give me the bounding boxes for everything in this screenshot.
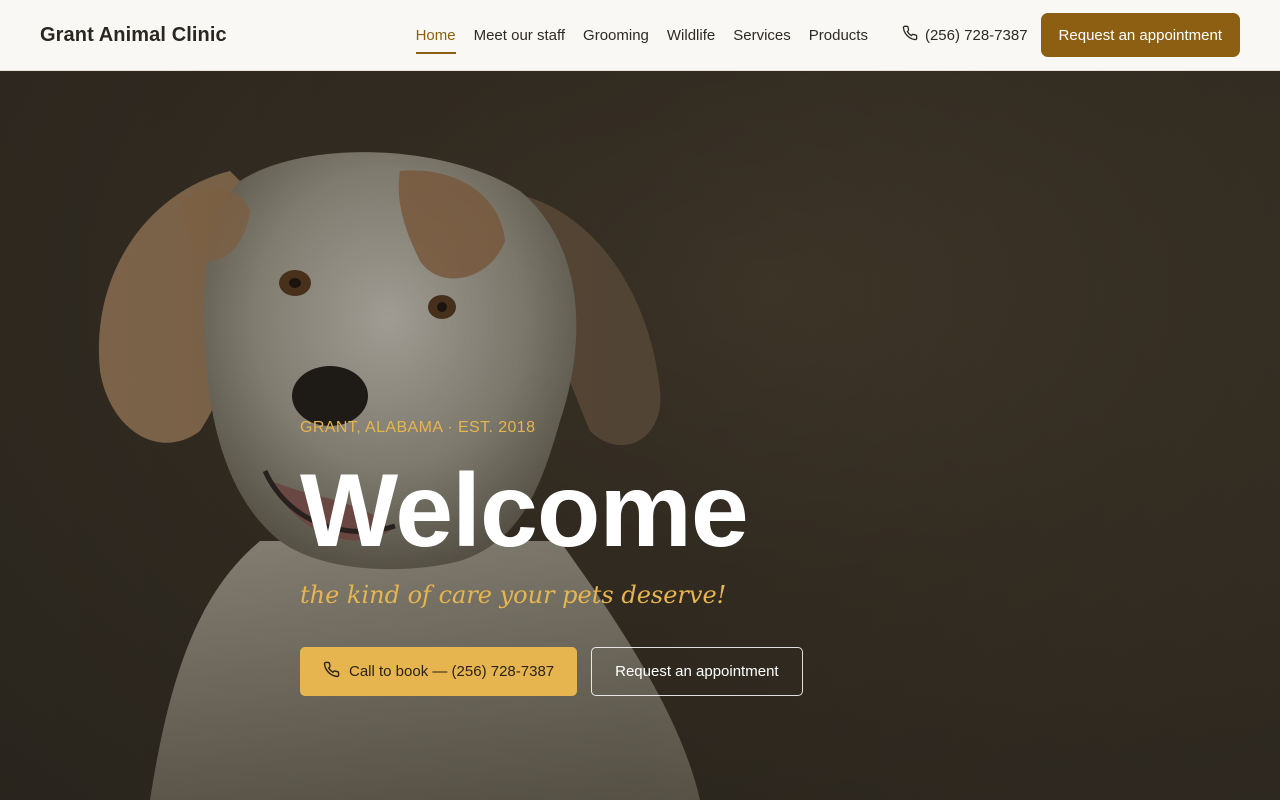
nav-home[interactable]: Home [415, 0, 456, 71]
nav-meet-our-staff[interactable]: Meet our staff [474, 0, 565, 71]
main-nav: Home Meet our staff Grooming Wildlife Se… [415, 0, 868, 71]
nav-services[interactable]: Services [733, 0, 791, 71]
phone-icon [902, 25, 925, 45]
hero-eyebrow: GRANT, ALABAMA · EST. 2018 [300, 419, 536, 436]
hero-content: GRANT, ALABAMA · EST. 2018 Welcome the k… [300, 419, 803, 696]
nav-products[interactable]: Products [809, 0, 868, 71]
header-phone-text: (256) 728-7387 [924, 26, 1028, 44]
hero-cta-row: Call to book — (256) 728-7387 Request an… [300, 647, 803, 696]
phone-icon [323, 661, 349, 682]
call-to-book-label: Call to book — (256) 728-7387 [349, 663, 555, 680]
call-to-book-button[interactable]: Call to book — (256) 728-7387 [300, 647, 578, 696]
header-request-appointment-button[interactable]: Request an appointment [1040, 13, 1240, 57]
hero-section: GRANT, ALABAMA · EST. 2018 Welcome the k… [0, 71, 1280, 800]
hero-title: Welcome [300, 453, 749, 569]
site-logo[interactable]: Grant Animal Clinic [40, 24, 227, 47]
nav-grooming[interactable]: Grooming [583, 0, 649, 71]
header-phone-link[interactable]: (256) 728-7387 [902, 25, 1028, 45]
hero-request-appointment-button[interactable]: Request an appointment [591, 647, 803, 696]
hero-tagline: the kind of care your pets deserve! [300, 581, 727, 609]
site-header: Grant Animal Clinic Home Meet our staff … [0, 0, 1280, 71]
nav-wildlife[interactable]: Wildlife [667, 0, 715, 71]
